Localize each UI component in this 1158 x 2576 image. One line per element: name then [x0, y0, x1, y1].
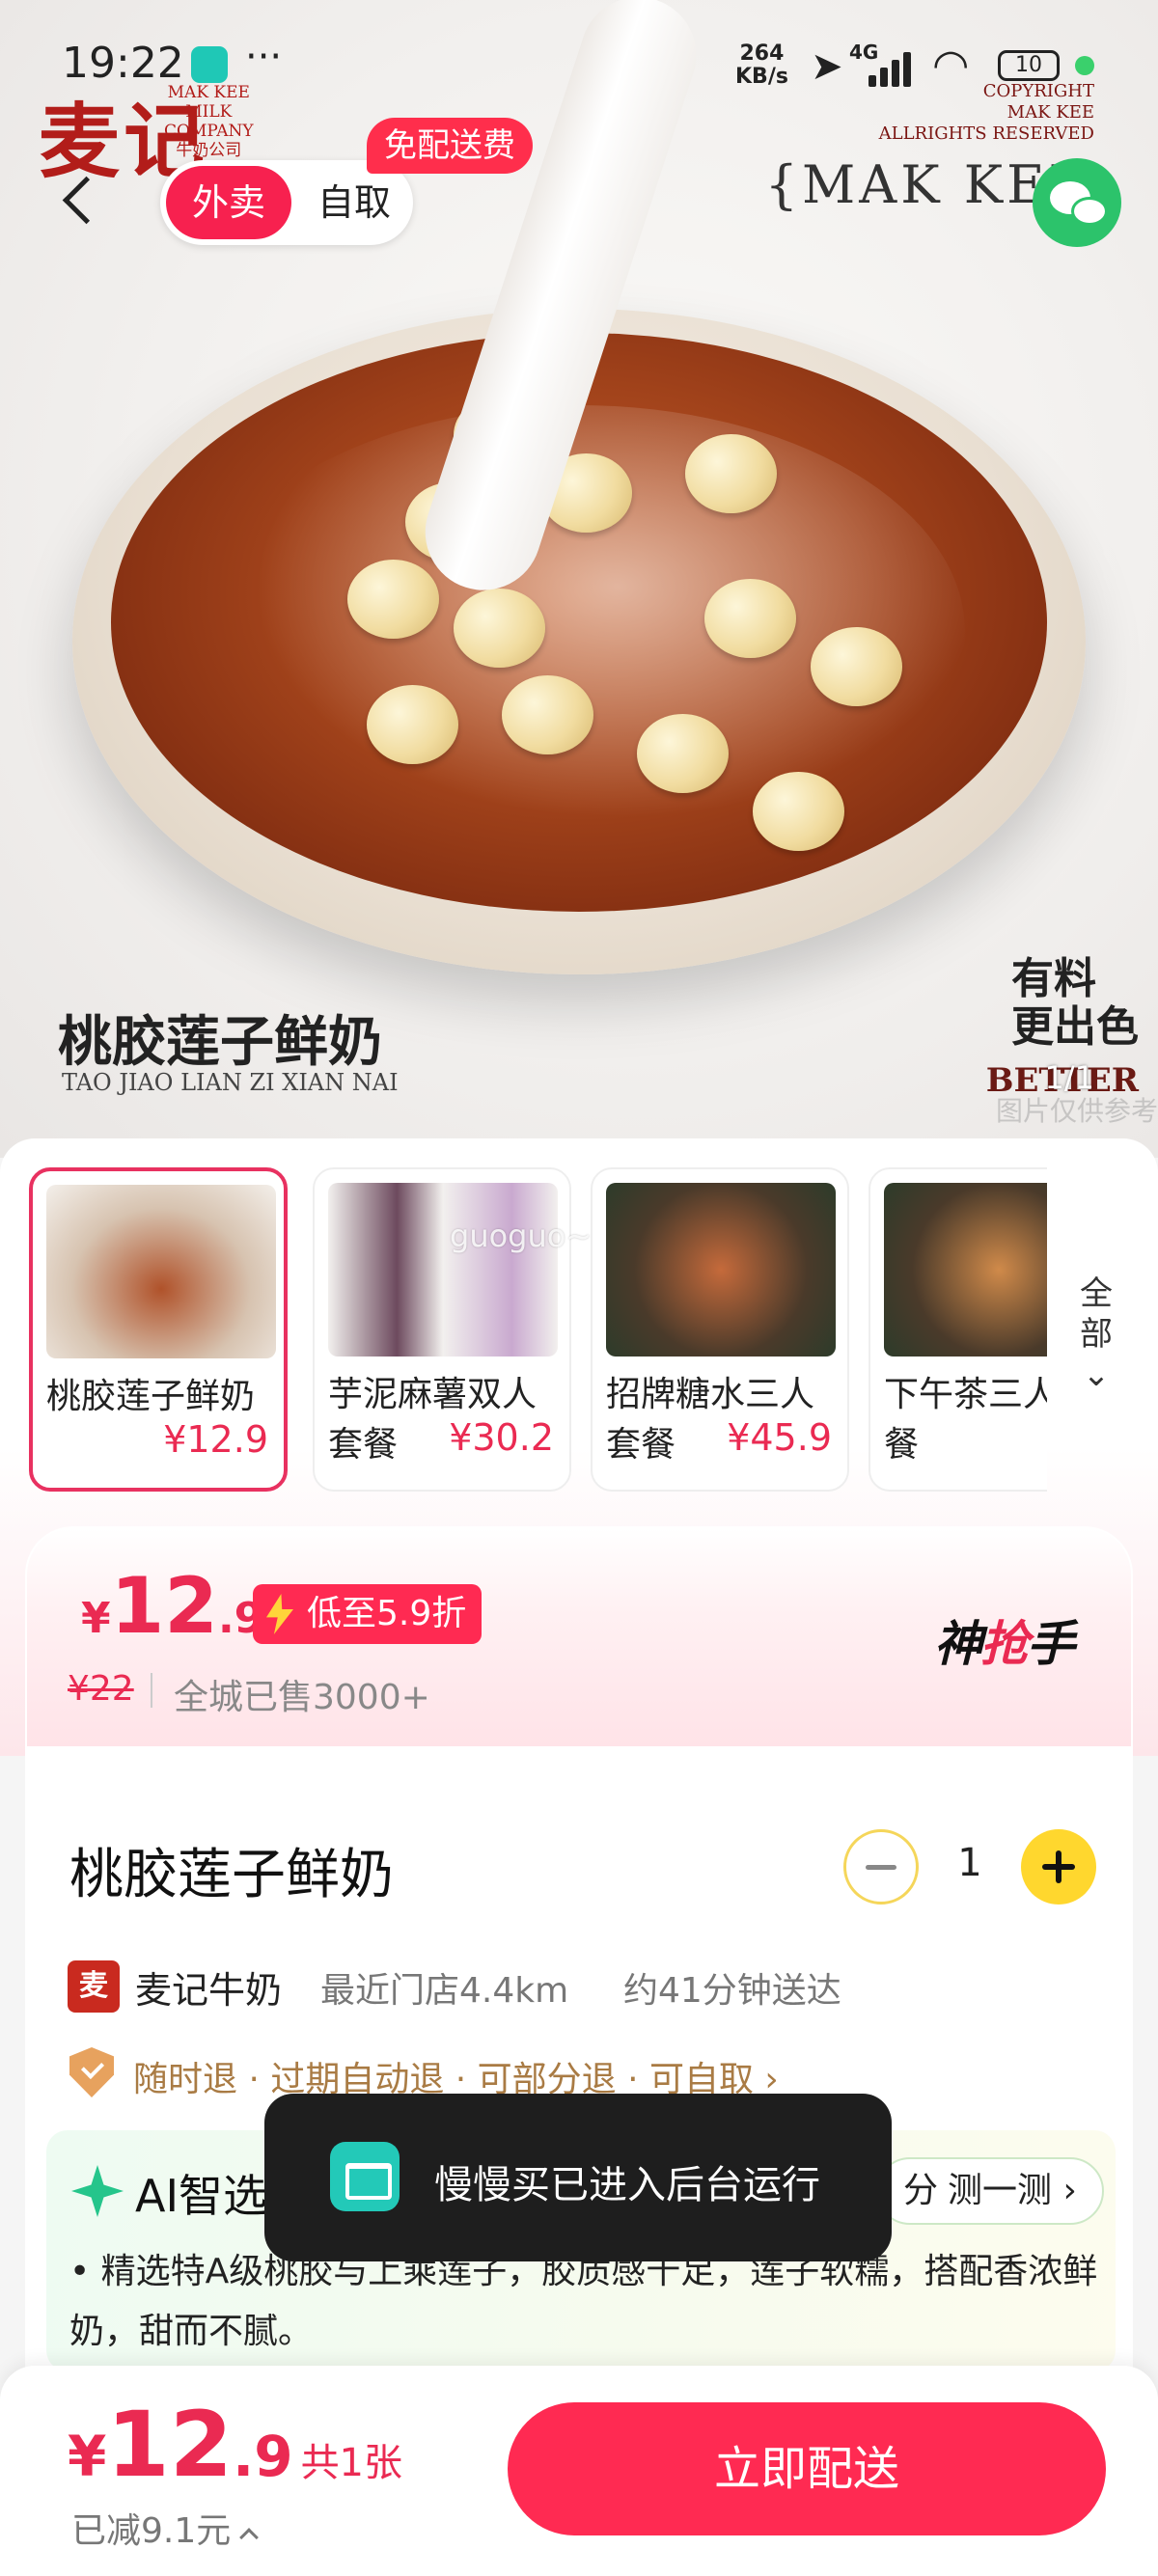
saved-amount[interactable]: 已减9.1元 [71, 2503, 260, 2553]
product-name: 桃胶莲子鲜奶 [46, 1377, 256, 1416]
chevron-up-icon [239, 2528, 260, 2547]
lotus-seed [753, 772, 844, 851]
location-icon: ➤ [811, 44, 843, 89]
deliver-now-button[interactable]: 立即配送 [508, 2402, 1106, 2535]
original-price: ¥22 [68, 1669, 134, 1709]
lotus-seed [685, 434, 777, 513]
promo-logo: 神抢手 [934, 1616, 1075, 1672]
divider [151, 1673, 152, 1708]
product-thumbnail [606, 1183, 836, 1357]
network-speed: 264 KB/s [735, 41, 788, 89]
product-name: 芋泥麻薯双人 [328, 1375, 538, 1414]
chevron-down-icon: ⌄ [1082, 1356, 1111, 1394]
app-notification-icon [191, 46, 228, 83]
app-icon [330, 2142, 400, 2211]
product-price: ¥12.9 [163, 1418, 268, 1461]
ai-test-button[interactable]: 分测一测 › [876, 2157, 1104, 2225]
image-tagline: 有料 更出色 [1011, 954, 1139, 1052]
wechat-icon[interactable] [1033, 158, 1121, 247]
product-title: 桃胶莲子鲜奶 [69, 1844, 394, 1906]
mode-delivery-tab[interactable]: 外卖 [166, 166, 291, 239]
product-name: 招牌糖水三人 [606, 1375, 815, 1414]
lotus-seed [704, 579, 796, 658]
delivery-eta: 约41分钟送达 [623, 1971, 841, 2011]
product-price: ¥45.9 [727, 1416, 832, 1459]
shop-logo: 麦 [68, 1960, 120, 2013]
signal-icon [868, 48, 919, 87]
quantity-value: 1 [957, 1841, 982, 1885]
product-name-line2: 套餐 [328, 1425, 399, 1465]
toast-message: 慢慢买已进入后台运行 [434, 2163, 820, 2207]
image-product-pinyin: TAO JIAO LIAN ZI XIAN NAI [62, 1069, 399, 1096]
discount-badge: 低至5.9折 [253, 1584, 482, 1644]
product-card[interactable]: 招牌糖水三人 套餐 ¥45.9 [591, 1167, 849, 1492]
wifi-icon: ◠ [932, 41, 970, 90]
image-disclaimer: 图片仅供参考 [995, 1095, 1158, 1127]
status-bar: 19:22 ··· 264 KB/s ➤ 4G ◠ 10 [0, 0, 1158, 116]
total-price: ¥12.9 共1张 [68, 2393, 403, 2498]
product-card[interactable]: 芋泥麻薯双人 套餐 ¥30.2 [313, 1167, 571, 1492]
shop-distance: 最近门店4.4km [320, 1971, 569, 2011]
mode-pickup-tab[interactable]: 自取 [301, 166, 407, 239]
image-counter: 1/1 [1044, 1059, 1095, 1096]
product-price: ¥30.2 [449, 1416, 554, 1459]
product-card[interactable]: 桃胶莲子鲜奶 ¥12.9 [29, 1167, 288, 1492]
lotus-seed [347, 560, 439, 639]
product-name-line2: 餐 [884, 1425, 920, 1465]
back-arrow-icon[interactable] [58, 174, 106, 232]
quantity-decrease-button[interactable] [843, 1829, 919, 1905]
product-carousel[interactable]: 桃胶莲子鲜奶 ¥12.9 芋泥麻薯双人 套餐 ¥30.2 招牌糖水三人 套餐 ¥… [29, 1167, 1047, 1495]
lotus-seed [811, 627, 902, 706]
free-delivery-badge: 免配送费 [367, 118, 533, 174]
lotus-seed [454, 589, 545, 668]
lotus-seed [637, 714, 729, 793]
product-name-line2: 套餐 [606, 1425, 676, 1465]
quantity-increase-button[interactable] [1021, 1829, 1096, 1905]
product-name: 下午茶三人 [884, 1375, 1047, 1414]
sold-count: 全城已售3000+ [174, 1678, 430, 1717]
show-all-button[interactable]: 全 部 ⌄ [1062, 1274, 1131, 1395]
image-product-name: 桃胶莲子鲜奶 [58, 1010, 382, 1074]
status-time: 19:22 [62, 39, 184, 88]
current-price: ¥12.9 [81, 1561, 264, 1651]
lotus-seed [367, 685, 458, 764]
ai-title: AI智选 [135, 2170, 268, 2222]
product-card[interactable]: 下午茶三人 餐 ¥4 [868, 1167, 1047, 1492]
shop-name[interactable]: 麦记牛奶 [135, 1960, 282, 2014]
more-notifications-icon: ··· [245, 35, 283, 79]
product-thumbnail [46, 1185, 276, 1358]
lotus-seed [502, 675, 593, 754]
product-thumbnail [884, 1183, 1047, 1357]
battery-icon: 10 [998, 50, 1060, 81]
overlay-watermark: guoguo~ [450, 1218, 593, 1254]
privacy-indicator-icon [1075, 56, 1094, 75]
product-thumbnail [328, 1183, 558, 1357]
lightning-icon [266, 1594, 293, 1634]
background-toast: 慢慢买已进入后台运行 [264, 2094, 892, 2261]
